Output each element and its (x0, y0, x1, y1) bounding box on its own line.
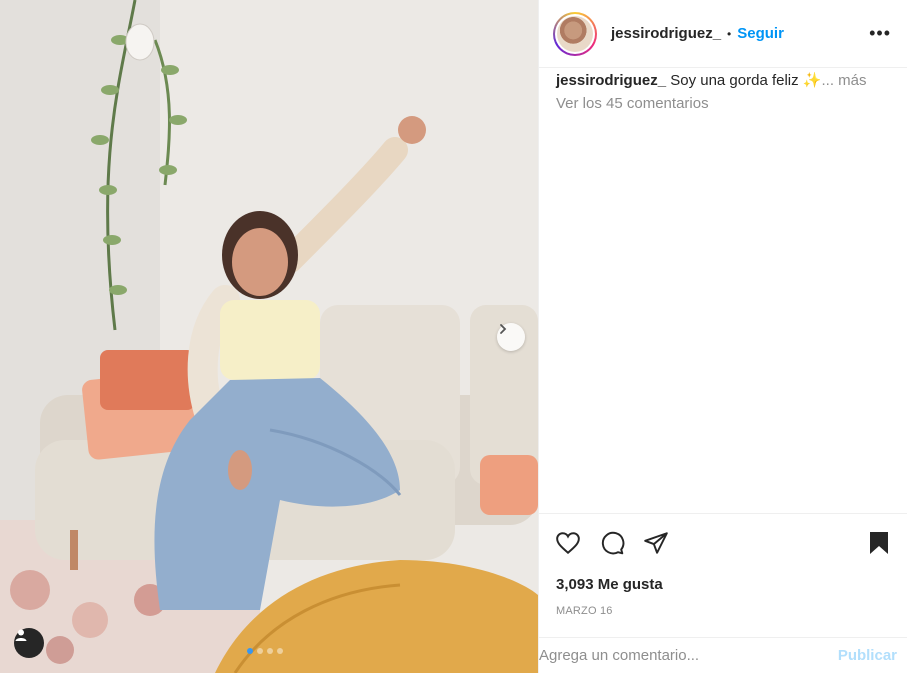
carousel-next-button[interactable] (497, 323, 525, 351)
carousel-indicator (247, 648, 283, 654)
view-comments-link[interactable]: Ver los 45 comentarios (539, 91, 907, 116)
bookmark-icon (870, 532, 888, 554)
photo-illustration (0, 0, 538, 673)
send-icon (644, 532, 668, 554)
post-photo[interactable] (0, 0, 538, 673)
save-button[interactable] (867, 530, 891, 556)
story-ring[interactable] (553, 11, 597, 56)
carousel-dot-active (247, 648, 253, 654)
follow-button[interactable]: Seguir (737, 25, 784, 42)
heart-icon (556, 532, 580, 555)
publish-button[interactable]: Publicar (838, 647, 907, 664)
user-tag-icon (15, 629, 27, 641)
username-link[interactable]: jessirodriguez_ (611, 25, 721, 42)
likes-count[interactable]: 3,093 Me gusta (539, 576, 907, 593)
carousel-dot (277, 648, 283, 654)
caption-more-link[interactable]: ... más (821, 72, 866, 89)
share-button[interactable] (643, 530, 669, 556)
post-date[interactable]: MARZO 16 (539, 605, 907, 617)
more-options-icon[interactable]: ••• (869, 23, 891, 44)
separator-dot: • (727, 26, 732, 41)
caption-username[interactable]: jessirodriguez_ (556, 72, 666, 89)
post-sidebar: jessirodriguez_ • Seguir ••• jessirodrig… (538, 0, 907, 673)
carousel-dot (267, 648, 273, 654)
post-header: jessirodriguez_ • Seguir ••• (539, 0, 907, 68)
tagged-users-button[interactable] (14, 628, 44, 658)
caption-text: Soy una gorda feliz ✨ (670, 72, 822, 89)
carousel-dot (257, 648, 263, 654)
caption: jessirodriguez_ Soy una gorda feliz ✨...… (539, 68, 907, 91)
post-actions: 3,093 Me gusta MARZO 16 (539, 513, 907, 617)
avatar (557, 15, 593, 52)
action-icons (539, 514, 907, 572)
comment-input[interactable] (539, 647, 838, 664)
instagram-post: jessirodriguez_ • Seguir ••• jessirodrig… (0, 0, 907, 673)
like-button[interactable] (555, 530, 581, 556)
chevron-right-icon (500, 324, 507, 334)
comment-button[interactable] (599, 530, 625, 556)
comment-icon (601, 531, 625, 555)
comment-form: Publicar (539, 637, 907, 673)
